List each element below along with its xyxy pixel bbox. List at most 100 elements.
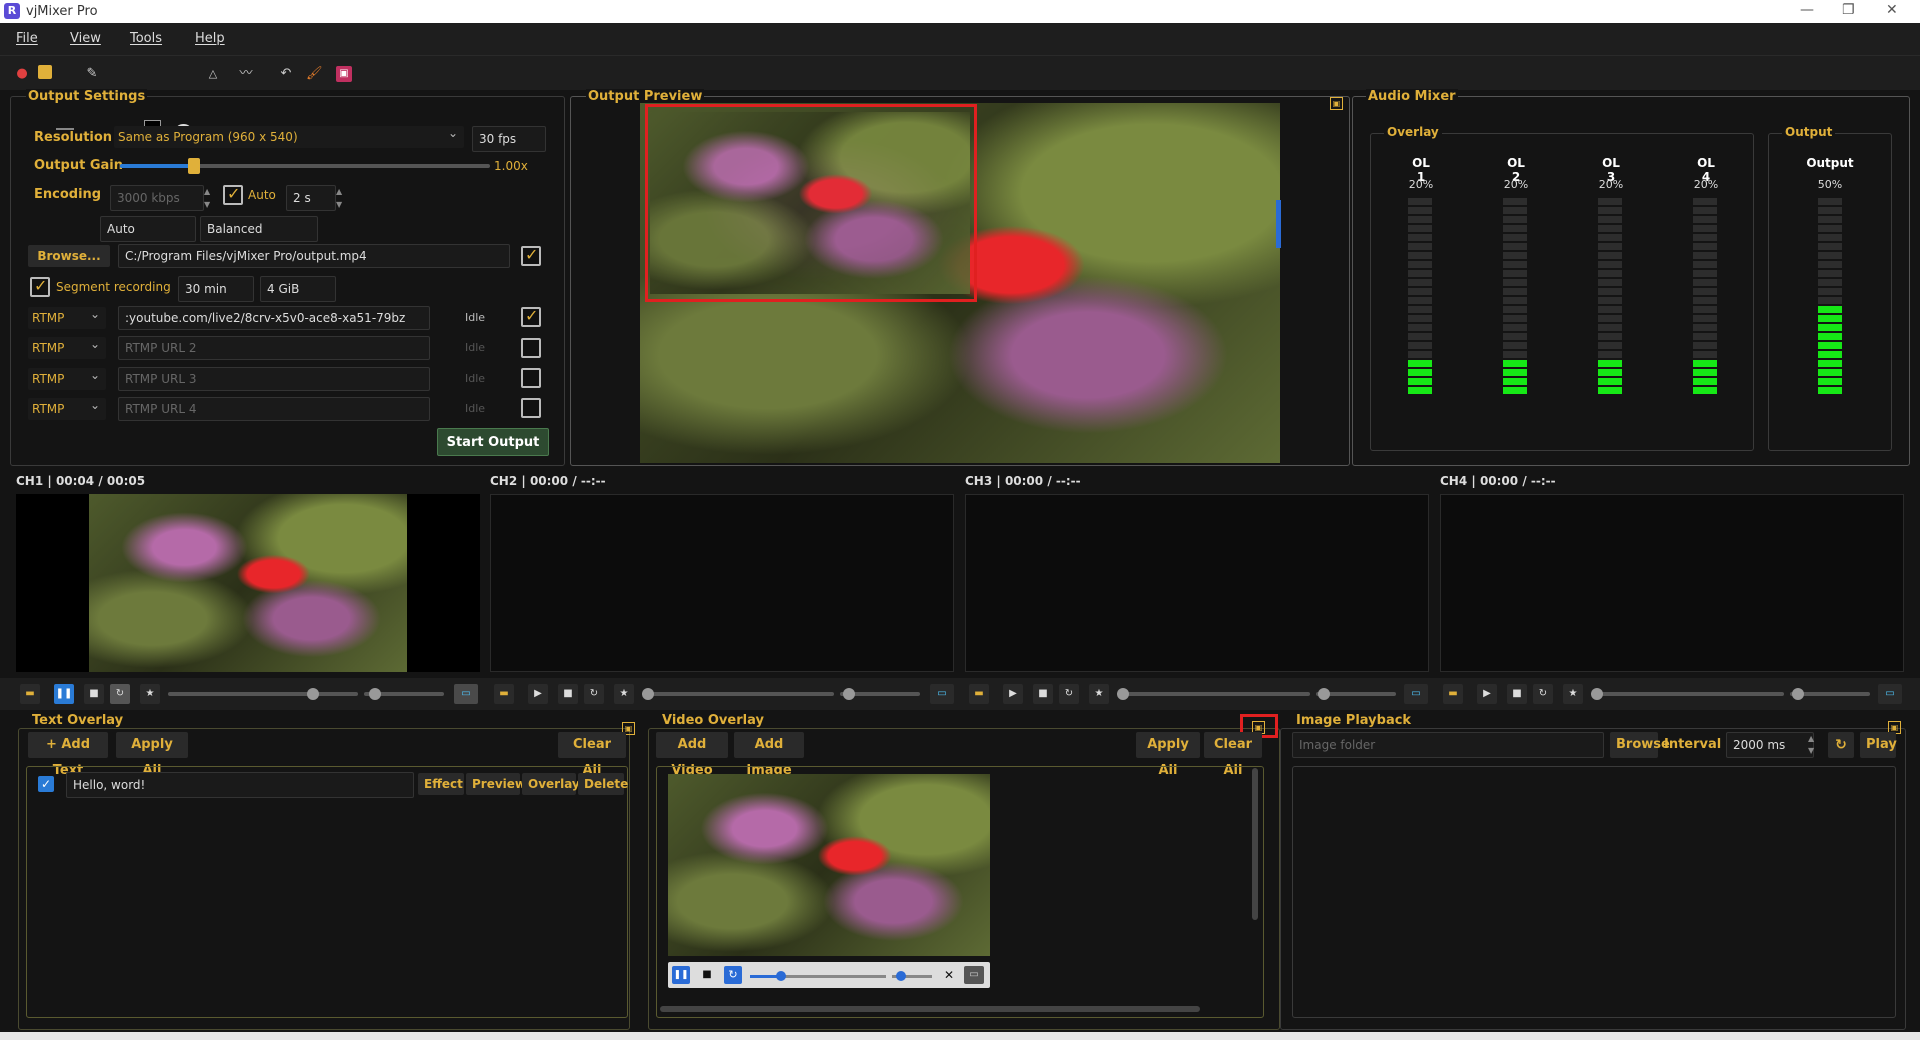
video-overlay-thumbnail[interactable] [668, 774, 990, 956]
rtmp-protocol-select-2[interactable]: RTMP [28, 333, 106, 359]
ol3-vu-meter[interactable] [1598, 198, 1622, 396]
rtmp-enable-checkbox-2[interactable] [521, 338, 541, 358]
add-text-button[interactable]: + Add Text [28, 732, 108, 778]
fps-field[interactable]: 30 fps [472, 126, 546, 152]
overlay-loop-icon[interactable]: ↻ [724, 966, 742, 984]
resolution-select[interactable]: Same as Program (960 x 540) [114, 122, 464, 148]
ch3-seek-knob[interactable] [1117, 688, 1129, 700]
ol2-vu-meter[interactable] [1503, 198, 1527, 396]
overlay-send-icon[interactable]: ▭ [964, 966, 984, 984]
overlay-stop-icon[interactable]: ■ [700, 966, 714, 984]
output-path-field[interactable]: C:/Program Files/vjMixer Pro/output.mp4 [118, 244, 510, 268]
ch2-volume-knob[interactable] [843, 688, 855, 700]
minimize-icon[interactable]: — [1800, 2, 1814, 18]
menu-file[interactable]: File [16, 31, 38, 46]
rtmp-enable-checkbox-1[interactable] [521, 306, 541, 327]
ch1-seek-knob[interactable] [307, 688, 319, 700]
menu-help[interactable]: Help [195, 31, 225, 46]
video-overlay-hscroll[interactable] [660, 1006, 1200, 1012]
pen-icon[interactable]: ✎ [84, 66, 100, 82]
interval-spinner[interactable]: ▲ ▼ [1808, 733, 1814, 757]
rtmp-url-field-3[interactable]: RTMP URL 3 [118, 367, 430, 391]
overlay-remove-icon[interactable]: ✕ [942, 966, 956, 984]
ch2-send-to-output-icon[interactable]: ▭ [930, 684, 954, 704]
add-image-button[interactable]: Add Image [734, 732, 804, 778]
apply-all-text-button[interactable]: Apply All [116, 732, 188, 778]
text-delete-button[interactable]: Delete [578, 773, 628, 795]
brush-icon[interactable]: 🖌 [306, 66, 323, 82]
ch2-open-folder-icon[interactable]: ▬ [494, 684, 514, 704]
rtmp-enable-checkbox-4[interactable] [521, 398, 541, 418]
color-swatch-icon[interactable] [38, 65, 52, 79]
maximize-icon[interactable]: ❐ [1842, 2, 1855, 18]
ch4-loop-icon[interactable]: ↻ [1533, 684, 1553, 704]
add-video-button[interactable]: Add Video [656, 732, 728, 778]
ch4-stop-icon[interactable]: ■ [1507, 684, 1527, 704]
rtmp-url-field-4[interactable]: RTMP URL 4 [118, 397, 430, 421]
rtmp-url-field-2[interactable]: RTMP URL 2 [118, 336, 430, 360]
video-overlay-vscroll[interactable] [1252, 768, 1258, 920]
output-gain-knob[interactable] [188, 158, 200, 174]
triangle-icon[interactable]: △ [205, 66, 221, 82]
clear-all-video-button[interactable]: Clear All [1204, 732, 1262, 778]
segment-size-field[interactable]: 4 GiB [260, 276, 336, 302]
overlay-pause-icon[interactable]: ❚❚ [672, 966, 690, 984]
rtmp-protocol-select-3[interactable]: RTMP [28, 364, 106, 390]
ch4-favorite-icon[interactable]: ★ [1563, 684, 1583, 704]
overlay-seek-knob[interactable] [776, 971, 786, 981]
ch2-loop-icon[interactable]: ↻ [584, 684, 604, 704]
image-browse-button[interactable]: Browse [1610, 732, 1670, 758]
rtmp-enable-checkbox-3[interactable] [521, 368, 541, 388]
rtmp-url-field-1[interactable]: ​:youtube.com/live2/8crv-x5v0-ace8-xa51-… [118, 306, 430, 330]
start-output-button[interactable]: Start Output [437, 428, 549, 456]
ch3-monitor[interactable] [965, 494, 1429, 672]
ch3-stop-icon[interactable]: ■ [1033, 684, 1053, 704]
ch3-loop-icon[interactable]: ↻ [1059, 684, 1079, 704]
ch3-volume-knob[interactable] [1318, 688, 1330, 700]
apply-all-video-button[interactable]: Apply All [1136, 732, 1200, 778]
text-preview-button[interactable]: Preview [466, 773, 526, 795]
menu-tools[interactable]: Tools [130, 31, 162, 46]
encoding-auto-checkbox[interactable] [223, 184, 243, 205]
keyframe-field[interactable]: 2 s [286, 185, 336, 211]
ch4-volume-knob[interactable] [1792, 688, 1804, 700]
image-refresh-icon[interactable]: ↻ [1828, 732, 1854, 758]
ch1-favorite-icon[interactable]: ★ [140, 684, 160, 704]
text-item-field[interactable]: Hello, word! [66, 772, 414, 798]
ch1-seek-slider[interactable] [168, 692, 358, 696]
text-item-checkbox[interactable]: ✓ [38, 776, 54, 792]
output-vu-meter[interactable] [1818, 198, 1842, 396]
ch2-play-icon[interactable]: ▶ [528, 684, 548, 704]
bitrate-spinner[interactable]: ▲ ▼ [204, 185, 210, 211]
segment-time-field[interactable]: 30 min [178, 276, 254, 302]
ch4-open-folder-icon[interactable]: ▬ [1443, 684, 1463, 704]
ol1-vu-meter[interactable] [1408, 198, 1432, 396]
image-folder-field[interactable]: Image folder [1292, 732, 1604, 758]
ch4-monitor[interactable] [1440, 494, 1904, 672]
segment-recording-checkbox[interactable] [30, 276, 50, 297]
text-effect-button[interactable]: Effect [418, 773, 464, 795]
palette-icon[interactable]: ● [14, 66, 30, 82]
browse-output-button[interactable]: Browse... [28, 245, 110, 267]
ch1-loop-icon[interactable]: ↻ [110, 684, 130, 704]
save-icon[interactable]: ▣ [336, 66, 352, 82]
ch1-open-folder-icon[interactable]: ▬ [20, 684, 40, 704]
rtmp-protocol-select-4[interactable]: RTMP [28, 394, 106, 420]
ch3-open-folder-icon[interactable]: ▬ [969, 684, 989, 704]
ch3-send-to-output-icon[interactable]: ▭ [1404, 684, 1428, 704]
clear-all-text-button[interactable]: Clear All [558, 732, 626, 778]
encoder-select[interactable]: Auto [100, 216, 196, 242]
preview-snapshot-icon[interactable]: ▣ [1330, 97, 1343, 110]
ch2-monitor[interactable] [490, 494, 954, 672]
menu-view[interactable]: View [70, 31, 101, 46]
ch4-seek-slider[interactable] [1594, 692, 1784, 696]
close-icon[interactable]: ✕ [1886, 2, 1898, 18]
record-file-checkbox[interactable] [521, 245, 541, 266]
overlay-video[interactable] [650, 112, 970, 294]
wave-icon[interactable]: 〰 [236, 66, 256, 82]
undo-icon[interactable]: ↶ [278, 66, 294, 82]
ch2-seek-slider[interactable] [644, 692, 834, 696]
keyframe-spinner[interactable]: ▲ ▼ [336, 185, 342, 211]
ol4-vu-meter[interactable] [1693, 198, 1717, 396]
ch4-play-icon[interactable]: ▶ [1477, 684, 1497, 704]
